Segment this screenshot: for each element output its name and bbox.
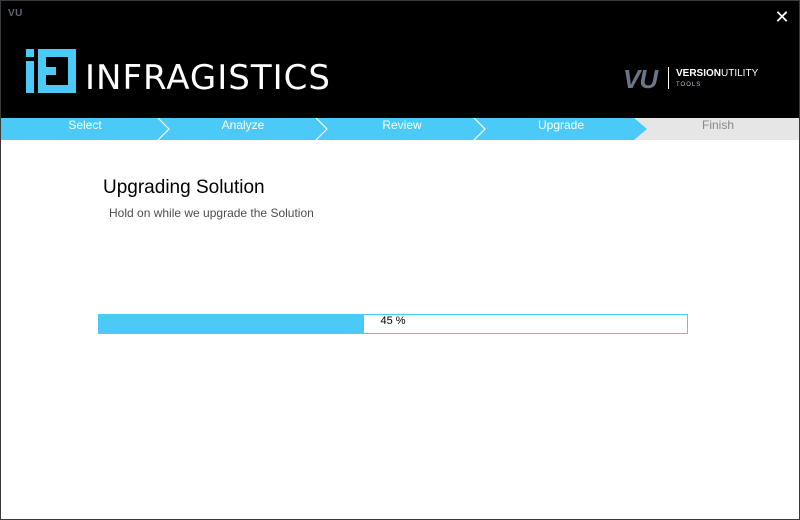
vu-tagline: TOOLS [676, 82, 702, 88]
progress-label: 45 % [380, 315, 406, 327]
version-utility-name: VERSIONUTILITY [676, 68, 758, 80]
upgrade-progress-bar: 45 % [98, 314, 688, 334]
app-mark: VU [8, 8, 23, 19]
close-icon[interactable]: ✕ [771, 6, 793, 30]
infragistics-wordmark: INFRAGISTICS [85, 58, 331, 98]
brand-divider [668, 67, 669, 89]
step-finish: Finish [701, 118, 734, 132]
step-select: Select [68, 118, 102, 132]
header-banner: VU ✕ INFRAGISTICS VU VERSIONUTILITY TOOL… [1, 1, 799, 118]
step-analyze: Analyze [221, 118, 265, 132]
vu-name-rest: UTILITY [721, 68, 759, 79]
page-title: Upgrading Solution [103, 177, 265, 198]
step-review: Review [382, 118, 422, 132]
page-subtitle: Hold on while we upgrade the Solution [109, 206, 314, 220]
upgrade-wizard-window: VU ✕ INFRAGISTICS VU VERSIONUTILITY TOOL… [0, 0, 800, 520]
vu-mark: VU [623, 64, 658, 94]
vu-name-bold: VERSION [676, 68, 722, 79]
step-upgrade: Upgrade [537, 118, 585, 132]
infragistics-logo-icon [26, 49, 76, 93]
wizard-steps: Select Analyze Review Upgrade Finish [1, 118, 799, 140]
